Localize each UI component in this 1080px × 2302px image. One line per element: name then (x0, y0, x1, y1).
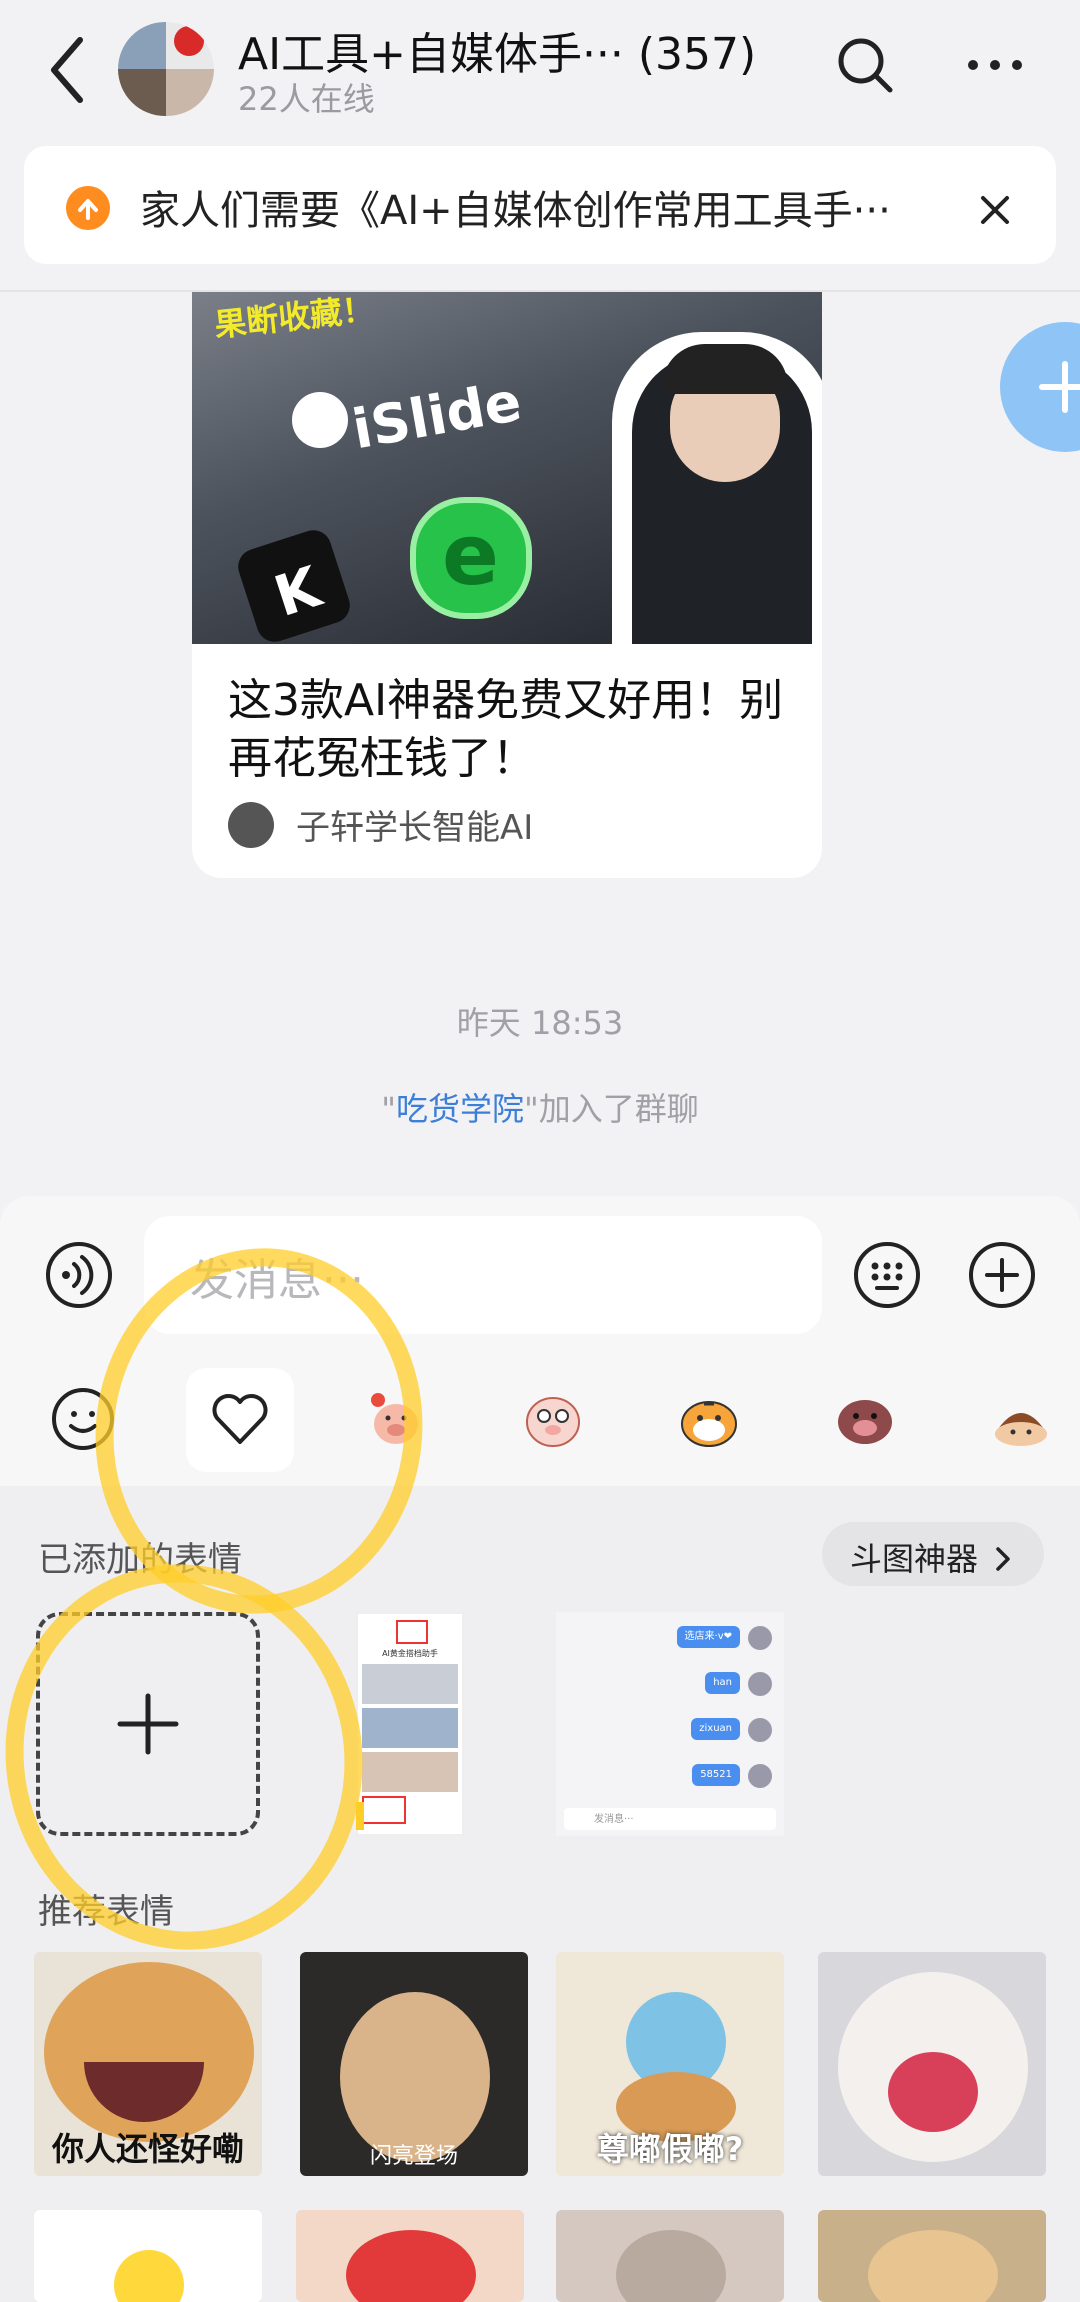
shot2-input-text: 发消息··· (594, 1814, 634, 1825)
sticker-caption: 尊嘟假嘟? (596, 2130, 744, 2168)
more-icon[interactable] (965, 50, 1025, 80)
added-sticker-screenshot-2[interactable]: 选店来·v❤ han zixuan 58521 发消息··· (556, 1612, 784, 1836)
sticker-caption: 你人还怪好嘞 (51, 2130, 244, 2168)
recommended-sticker-6[interactable] (296, 2210, 524, 2302)
joined-member-link[interactable]: 吃货学院 (396, 1090, 524, 1128)
added-sticker-screenshot-1[interactable]: AI黄金搭档助手 (356, 1612, 464, 1836)
recommended-sticker-5[interactable] (34, 2210, 262, 2302)
chevron-right-icon (996, 1547, 1010, 1571)
recommended-sticker-kitten[interactable]: 闪亮登场 (300, 1952, 528, 2176)
sticker-caption: 闪亮登场 (369, 2144, 458, 2169)
sticker-tiger-tab-icon[interactable] (674, 1384, 744, 1454)
doutu-button-label: 斗图神器 (850, 1534, 1012, 1580)
recommended-sticker-cat-tongue[interactable] (818, 1952, 1046, 2176)
online-count: 22人在线 (238, 80, 375, 118)
recommended-sticker-squirtle[interactable]: 尊嘟假嘟? (556, 1952, 784, 2176)
author-avatar (228, 802, 274, 848)
more-actions-plus-icon[interactable] (967, 1240, 1037, 1310)
close-icon[interactable] (975, 190, 1015, 230)
article-title[interactable]: 这3款AI神器免费又好用！别再花冤枉钱了！ (228, 672, 798, 788)
emoji-keyboard-icon[interactable] (852, 1240, 922, 1310)
shared-article-card[interactable]: 果断收藏！ iSlide K e 这3款AI神器免费又好用！别再花冤枉钱了！ 子… (192, 292, 822, 878)
floating-add-button[interactable] (1000, 322, 1080, 452)
shot2-bubble-4: 58521 (692, 1764, 740, 1786)
back-arrow-icon[interactable] (40, 30, 100, 110)
system-join-message: "吃货学院"加入了群聊 (381, 1090, 699, 1128)
shot2-bubble-1: 选店来·v❤ (676, 1626, 740, 1648)
notice-text[interactable]: 家人们需要《AI+自媒体创作常用工具手··· (140, 178, 920, 236)
shot2-bubble-3: zixuan (691, 1718, 740, 1740)
group-avatar[interactable] (118, 22, 214, 116)
shot1-title: AI黄金搭档助手 (382, 1649, 438, 1658)
article-author: 子轩学长智能AI (296, 808, 534, 848)
sticker-chestnut-tab-icon[interactable] (986, 1384, 1056, 1454)
chat-title[interactable]: AI工具+自媒体手··· (357) (238, 18, 756, 82)
recommended-sticker-shiba[interactable]: 你人还怪好嘞 (34, 1952, 262, 2176)
shot2-bubble-2: han (705, 1672, 740, 1694)
voice-input-icon[interactable] (44, 1240, 114, 1310)
sticker-pig-surprised-tab-icon[interactable] (518, 1384, 588, 1454)
article-thumbnail: 果断收藏！ iSlide K e (192, 292, 822, 644)
announcement-icon (66, 186, 110, 230)
sticker-boar-tab-icon[interactable] (830, 1384, 900, 1454)
message-timestamp: 昨天 18:53 (456, 1004, 624, 1042)
recommended-sticker-7[interactable] (556, 2210, 784, 2302)
search-icon[interactable] (835, 35, 895, 95)
recommended-sticker-8[interactable] (818, 2210, 1046, 2302)
